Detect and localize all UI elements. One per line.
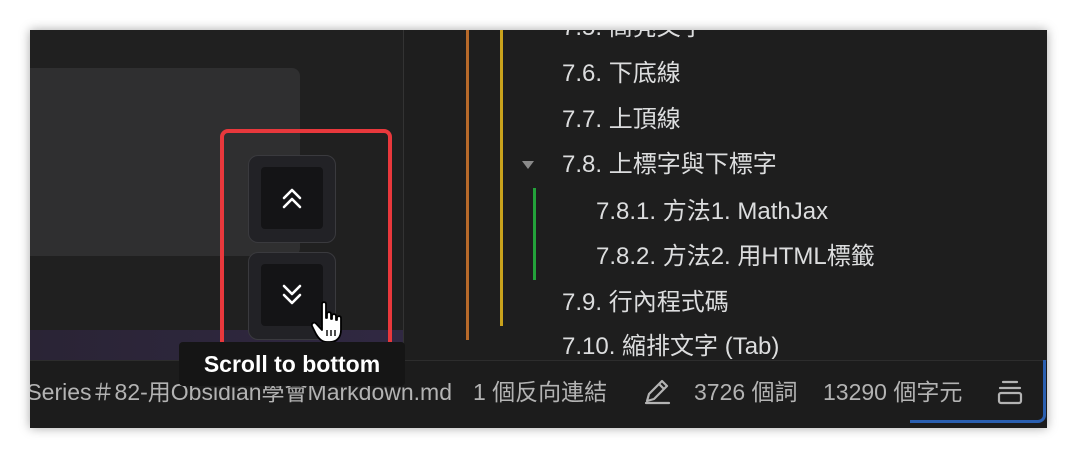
highlight-annotation	[220, 129, 392, 356]
outline-item[interactable]: 7.6. 下底線	[562, 59, 681, 89]
app-window: 7.5. 高亮文字 7.6. 下底線 7.7. 上頂線 7.8. 上標字與下標字…	[30, 30, 1047, 428]
editor-pane	[30, 30, 403, 360]
outline-item[interactable]: 7.8. 上標字與下標字	[562, 150, 777, 180]
outline-item[interactable]: 7.10. 縮排文字 (Tab)	[562, 332, 779, 362]
outline-item[interactable]: 7.7. 上頂線	[562, 105, 681, 135]
indent-guide	[500, 30, 503, 326]
outline-item[interactable]: 7.8.2. 方法2. 用HTML標籤	[596, 242, 875, 272]
outline-item[interactable]: 7.5. 高亮文字	[562, 30, 705, 43]
indent-guide-active	[533, 188, 536, 280]
hand-pointer-icon	[310, 301, 342, 343]
outline-item[interactable]: 7.9. 行內程式碼	[562, 288, 729, 318]
outline-pane: 7.5. 高亮文字 7.6. 下底線 7.7. 上頂線 7.8. 上標字與下標字…	[404, 30, 1047, 360]
pencil-icon[interactable]	[642, 376, 672, 406]
scroll-tooltip: Scroll to bottom	[179, 342, 405, 386]
status-char-count: 13290 個字元	[823, 379, 963, 405]
stack-icon[interactable]	[996, 377, 1024, 407]
collapse-caret-icon[interactable]	[522, 161, 534, 169]
status-backlinks[interactable]: 1 個反向連結	[473, 377, 607, 407]
indent-guide	[466, 30, 469, 340]
status-word-count: 3726 個詞	[694, 379, 798, 405]
outline-item[interactable]: 7.8.1. 方法1. MathJax	[596, 197, 828, 227]
